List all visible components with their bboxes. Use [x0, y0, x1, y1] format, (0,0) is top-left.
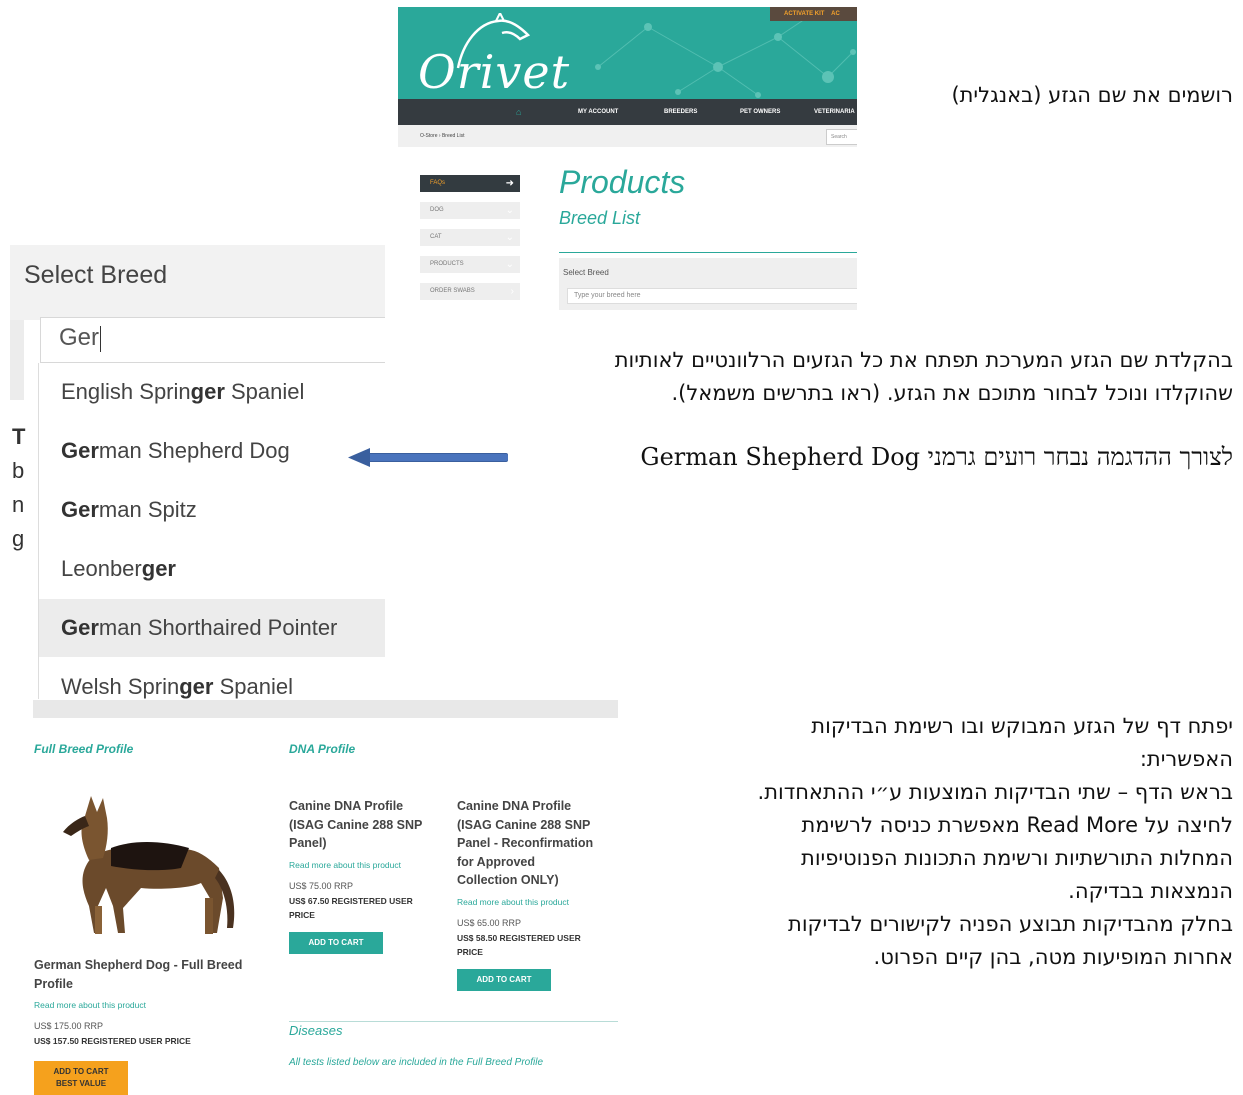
dna-reconfirmation-product-name[interactable]: Canine DNA Profile (ISAG Canine 288 SNP …	[457, 797, 618, 890]
sidebar-item-faqs[interactable]: FAQs ➜	[420, 175, 520, 192]
option-german-shepherd-dog[interactable]: German Shepherd Dog	[39, 422, 385, 480]
dna-reconfirmation-registered-price: US$ 58.50 REGISTERED USER PRICE	[457, 933, 581, 957]
sidebar-item-cat[interactable]: CAT ⌄	[420, 229, 520, 246]
activate-kit-button[interactable]: ACTIVATE KIT AC	[770, 7, 857, 21]
nav-veterinarians[interactable]: VETERINARIA	[814, 99, 855, 125]
dna-profile-product-name[interactable]: Canine DNA Profile (ISAG Canine 288 SNP …	[289, 797, 449, 853]
chevron-right-icon: ›	[510, 286, 514, 297]
option-leonberger[interactable]: Leonberger	[39, 540, 385, 598]
select-breed-label: Select Breed	[563, 268, 609, 277]
chevron-down-icon: ⌄	[505, 259, 514, 270]
full-breed-registered-price: US$ 157.50 REGISTERED USER PRICE	[34, 1036, 191, 1046]
orivet-header-screenshot: Orivet ACTIVATE KIT AC ⌂ MY ACCOUNT BREE…	[398, 7, 857, 147]
breed-profile-screenshot: Full Breed Profile DNA Profile German Sh…	[33, 700, 618, 1095]
home-icon[interactable]: ⌂	[516, 99, 521, 125]
sidebar-item-products[interactable]: PRODUCTS ⌄	[420, 256, 520, 273]
breed-dropdown-screenshot: Select Breed Ger English Springer Spanie…	[10, 245, 385, 699]
option-german-shorthaired-pointer[interactable]: German Shorthaired Pointer	[39, 599, 385, 657]
dna-reconfirmation-read-more-link[interactable]: Read more about this product	[457, 897, 569, 907]
annotation-breed-page: יפתח דף של הגזע המבוקש ובו רשימת הבדיקות…	[757, 714, 1233, 969]
full-breed-profile-heading: Full Breed Profile	[34, 742, 134, 756]
left-strip	[10, 320, 24, 400]
full-breed-rrp: US$ 175.00 RRP	[34, 1021, 104, 1031]
option-german-spitz[interactable]: German Spitz	[39, 481, 385, 539]
breadcrumb: O-Store › Breed List	[398, 125, 857, 147]
dna-reconfirmation-rrp: US$ 65.00 RRP	[457, 918, 522, 928]
page-subtitle: Breed List	[559, 208, 641, 228]
arrow-left-icon	[348, 448, 508, 467]
orivet-nav-bar: ⌂ MY ACCOUNT BREEDERS PET OWNERS VETERIN…	[398, 99, 857, 125]
products-panel-screenshot: FAQs ➜ DOG ⌄ CAT ⌄ PRODUCTS ⌄ ORDER SWABS › P…	[412, 160, 857, 312]
dna-profile-add-to-cart-button[interactable]: ADD TO CART	[289, 932, 383, 954]
diseases-heading: Diseases	[289, 1023, 343, 1038]
text-caret	[100, 325, 102, 352]
nav-pet-owners[interactable]: PET OWNERS	[740, 99, 780, 125]
page-title: Products	[559, 164, 686, 200]
select-breed-box: Select Breed Type your breed here	[559, 258, 857, 310]
search-input[interactable]: Search	[826, 129, 857, 145]
dna-profile-registered-price: US$ 67.50 REGISTERED USER PRICE	[289, 896, 413, 920]
breed-options-list: English Springer Spaniel German Shepherd…	[38, 363, 385, 699]
chevron-down-icon: ⌄	[505, 232, 514, 243]
option-english-springer-spaniel[interactable]: English Springer Spaniel	[39, 363, 385, 421]
annotation-enter-breed: רושמים את שם הגזע (באנגלית)	[951, 83, 1233, 107]
select-breed-label: Select Breed	[24, 261, 168, 289]
annotation-example-breed: לצורך ההדגמה נבחר רועים גרמני German She…	[640, 443, 1233, 471]
breed-input[interactable]: Type your breed here	[567, 288, 857, 304]
nav-breeders[interactable]: BREEDERS	[664, 99, 697, 125]
dna-profile-read-more-link[interactable]: Read more about this product	[289, 860, 401, 870]
divider	[289, 1021, 618, 1022]
divider	[559, 252, 857, 253]
annotation-autocomplete: בהקלדת שם הגזע המערכת תפתח את כל הגזעים …	[614, 348, 1233, 405]
dna-profile-rrp: US$ 75.00 RRP	[289, 881, 354, 891]
dna-reconfirmation-add-to-cart-button[interactable]: ADD TO CART	[457, 969, 551, 991]
full-breed-read-more-link[interactable]: Read more about this product	[34, 1000, 146, 1010]
sidebar-item-order-swabs[interactable]: ORDER SWABS ›	[420, 283, 520, 300]
breed-search-input[interactable]: Ger	[40, 317, 385, 363]
dna-profile-heading: DNA Profile	[289, 742, 356, 756]
profile-top-bar	[33, 700, 618, 718]
option-welsh-springer-spaniel[interactable]: Welsh Springer Spaniel	[39, 658, 385, 699]
nav-my-account[interactable]: MY ACCOUNT	[578, 99, 618, 125]
full-breed-add-to-cart-button[interactable]: ADD TO CART BEST VALUE	[34, 1061, 128, 1095]
orivet-logo[interactable]: Orivet	[418, 47, 570, 97]
sidebar-item-dog[interactable]: DOG ⌄	[420, 202, 520, 219]
chevron-down-icon: ⌄	[505, 205, 514, 216]
full-breed-product-name[interactable]: German Shepherd Dog - Full Breed Profile	[34, 956, 284, 993]
cropped-text-fragment: T b n g	[12, 424, 26, 551]
german-shepherd-dog-image	[63, 796, 235, 934]
chevron-right-icon: ➜	[505, 178, 514, 189]
diseases-note: All tests listed below are included in t…	[289, 1057, 544, 1068]
